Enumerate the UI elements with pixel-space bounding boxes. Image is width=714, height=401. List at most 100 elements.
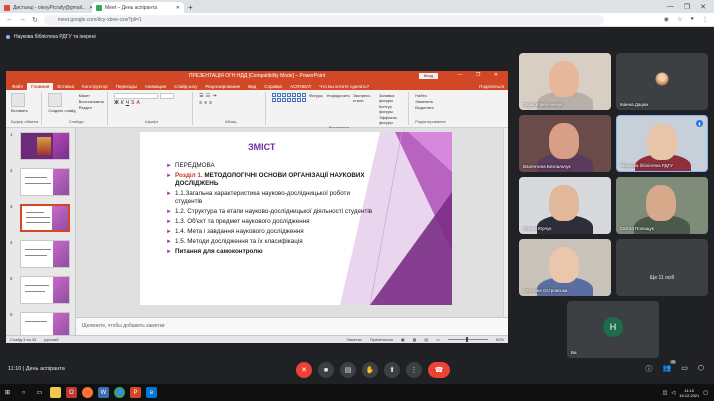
camera-icon[interactable]: ◉ [664,16,669,23]
slide-thumbnail[interactable]: 4 [10,240,70,268]
more-options-icon[interactable]: ⋮ [406,362,422,378]
ppt-share-button[interactable]: Поделиться [475,83,508,90]
powerpoint-icon[interactable]: P [130,387,141,398]
comments-toggle[interactable]: Примечания [370,337,393,342]
task-view-icon[interactable]: ▭ [34,387,45,398]
numbering-icon[interactable]: ☷ [206,93,210,99]
participant-tile[interactable]: Іванна Дацюк [616,53,708,110]
indent-icon[interactable]: ⇥ [212,93,216,99]
slideshow-view-icon[interactable]: ▭ [436,337,440,342]
slide-thumbnail[interactable]: 5 [10,276,70,304]
ppt-tab-home[interactable]: Главная [27,83,54,90]
browser-tab-gmail[interactable]: Дистанці - olesyPicrafy@gmail... ✕ [0,2,92,13]
participant-tile[interactable]: Лариса Мельничук [519,53,611,110]
ppt-tab-file[interactable]: Файл [8,83,27,90]
quick-styles-button[interactable]: Экспресс-стили [353,93,376,103]
mic-off-icon[interactable]: ✕ [296,362,312,378]
normal-view-icon[interactable]: ▣ [401,337,405,342]
ppt-tab-help[interactable]: Справка [260,83,286,90]
ppt-tab-view[interactable]: Вид [244,83,260,90]
self-view-tile[interactable]: Н Ви [567,301,659,358]
shapes-button[interactable]: Фигуры [309,93,323,98]
forward-icon[interactable]: → [19,16,26,23]
slide-thumbnail[interactable]: 2 [10,168,70,196]
layout-button[interactable]: Макет [79,93,105,98]
captions-icon[interactable]: ▤ [340,362,356,378]
replace-button[interactable]: Заменить [415,99,445,104]
participant-tile[interactable]: Світла Полищук [616,177,708,234]
find-button[interactable]: Найти [415,93,445,98]
close-window-icon[interactable]: ✕ [700,3,706,11]
ppt-tab-review[interactable]: Рецензирование [201,83,244,90]
file-explorer-icon[interactable] [50,387,61,398]
opera-icon[interactable]: O [66,387,77,398]
underline-icon[interactable]: Ч [126,100,129,106]
sorter-view-icon[interactable]: ▦ [413,337,417,342]
notes-pane[interactable]: Щелкните, чтобы добавить заметки [76,317,508,335]
reset-button[interactable]: Восстановить [79,99,105,104]
profile-icon[interactable]: ● [690,16,694,23]
font-color-icon[interactable]: A [136,100,139,106]
info-icon[interactable]: ⓘ [646,364,653,374]
font-family-select[interactable] [114,93,159,99]
ppt-tab-design[interactable]: Конструктор [78,83,112,90]
shapes-gallery[interactable] [272,93,307,102]
align-center-icon[interactable]: ≡ [204,100,207,106]
paste-icon[interactable] [11,93,25,107]
word-icon[interactable]: W [98,387,109,398]
shape-effects-button[interactable]: Эффекты фигуры [379,115,405,125]
maximize-icon[interactable]: ❐ [684,3,690,11]
new-tab-button[interactable]: + [188,3,193,12]
menu-dots-icon[interactable]: ⋮ [702,16,708,23]
current-slide[interactable]: ЗМІСТ ► ПЕРЕДМОВА ► Розділ 1. МЕТОДОЛОГІ… [140,132,452,305]
new-slide-icon[interactable] [48,93,63,107]
ppt-tab-animation[interactable]: Анимация [141,83,170,90]
shape-outline-button[interactable]: Контур фигуры [379,104,405,114]
bullets-icon[interactable]: ☰ [199,93,203,99]
taskbar-clock[interactable]: 11:10 16.12.2021 [679,388,699,398]
slide-scrollbar[interactable] [503,128,508,317]
people-icon[interactable]: 👥 20 [663,360,677,374]
zoom-slider[interactable] [447,337,488,342]
firefox-icon[interactable] [82,387,93,398]
chat-icon[interactable]: ▭ [681,364,688,374]
strikethrough-icon[interactable]: S [131,100,134,106]
participant-tile-speaking[interactable]: ▮ Наукова бібліотека РДГУ [616,115,708,172]
select-button[interactable]: Выделить [415,105,445,110]
notifications-icon[interactable]: ▢ [703,390,708,396]
arrange-button[interactable]: Упорядочить [326,93,350,98]
bold-icon[interactable]: Ж [114,100,119,106]
ppt-tab-insert[interactable]: Вставка [53,83,78,90]
camera-toggle-icon[interactable]: ■ [318,362,334,378]
ppt-tab-slideshow[interactable]: Слайд-шоу [170,83,201,90]
slide-thumbnail-selected[interactable]: 3 [10,204,70,232]
ppt-tell-me[interactable]: Что вы хотите сделать? [315,83,373,90]
close-tab-icon[interactable]: ✕ [176,5,180,11]
participant-tile[interactable]: Валентина Безпальчук [519,115,611,172]
reload-icon[interactable]: ↻ [32,16,38,24]
end-call-button[interactable]: ☎ [428,362,450,378]
align-left-icon[interactable]: ≡ [199,100,202,106]
url-input[interactable]: meet.google.com/dcy-xbne-czw?pli=1 [43,14,604,25]
network-icon[interactable]: ◫ [663,390,668,396]
back-icon[interactable]: ← [6,16,13,23]
slide-thumbnail[interactable]: 1 [10,132,70,160]
section-button[interactable]: Раздел [79,105,105,110]
chrome-icon[interactable] [114,387,125,398]
font-size-select[interactable] [160,93,175,99]
bookmark-star-icon[interactable]: ☆ [677,16,682,23]
shape-fill-button[interactable]: Заливка фигуры [379,93,405,103]
zoom-level[interactable]: 62% [496,337,504,342]
search-icon[interactable]: ○ [18,387,29,398]
more-participants-tile[interactable]: Ще 11 осіб [616,239,708,296]
raise-hand-icon[interactable]: ✋ [362,362,378,378]
activities-icon[interactable]: ⬡ [698,364,704,374]
browser-tab-meet[interactable]: Meet – День аспіранта ✕ [92,2,184,13]
italic-icon[interactable]: К [121,100,124,106]
align-right-icon[interactable]: ≡ [209,100,212,106]
participant-tile[interactable]: Світлана Островська [519,239,611,296]
windows-start-icon[interactable]: ⊞ [2,387,13,398]
edge-icon[interactable]: e [146,387,157,398]
reading-view-icon[interactable]: ▤ [424,337,428,342]
volume-icon[interactable]: ◁ [671,390,675,396]
